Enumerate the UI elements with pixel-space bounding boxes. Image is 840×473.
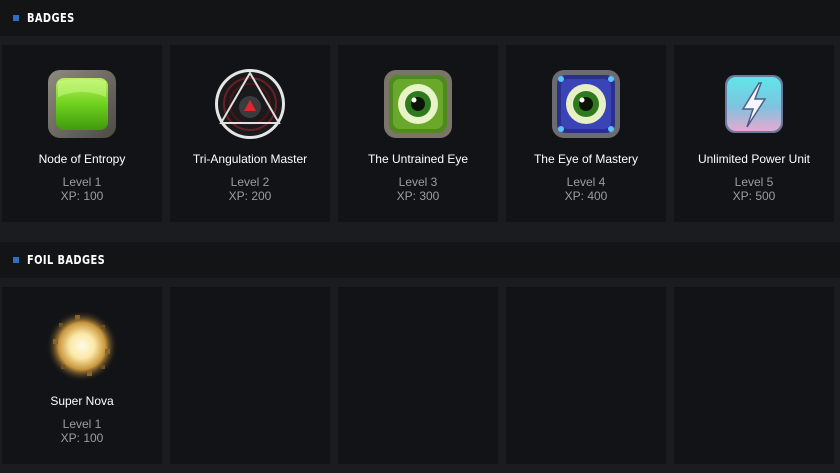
badge-xp: XP: 200 bbox=[228, 189, 272, 203]
empty-badge-slot bbox=[506, 287, 666, 464]
lightning-bolt-icon bbox=[717, 67, 791, 141]
badge-card[interactable]: Super Nova Level 1 XP: 100 bbox=[2, 287, 162, 464]
badge-xp: XP: 300 bbox=[396, 189, 440, 203]
supernova-icon bbox=[45, 309, 119, 383]
badge-xp: XP: 100 bbox=[60, 431, 104, 445]
badge-level: Level 5 bbox=[734, 175, 774, 189]
badge-xp: XP: 400 bbox=[564, 189, 608, 203]
badge-level: Level 1 bbox=[62, 175, 102, 189]
foil-badges-section-header: FOIL BADGES bbox=[0, 242, 840, 278]
badges-grid: Node of Entropy Level 1 XP: 100 Tri-Angu… bbox=[2, 45, 834, 222]
foil-badges-grid: Super Nova Level 1 XP: 100 bbox=[2, 287, 834, 464]
badge-name: Super Nova bbox=[50, 394, 114, 408]
badge-card[interactable]: Node of Entropy Level 1 XP: 100 bbox=[2, 45, 162, 222]
badge-level: Level 2 bbox=[230, 175, 270, 189]
badge-xp: XP: 100 bbox=[60, 189, 104, 203]
badge-level: Level 1 bbox=[62, 417, 102, 431]
blue-eye-icon bbox=[549, 67, 623, 141]
triangle-circle-icon bbox=[213, 67, 287, 141]
badge-card[interactable]: Unlimited Power Unit Level 5 XP: 500 bbox=[674, 45, 834, 222]
badge-name: Tri-Angulation Master bbox=[192, 152, 308, 166]
section-title: BADGES bbox=[27, 11, 75, 25]
empty-badge-slot bbox=[338, 287, 498, 464]
badge-xp: XP: 500 bbox=[732, 189, 776, 203]
badge-name: Unlimited Power Unit bbox=[697, 152, 811, 166]
badge-level: Level 3 bbox=[398, 175, 438, 189]
badge-level: Level 4 bbox=[566, 175, 606, 189]
section-title: FOIL BADGES bbox=[27, 253, 106, 267]
badge-name: Node of Entropy bbox=[38, 152, 126, 166]
section-marker bbox=[13, 257, 19, 263]
green-gem-icon bbox=[45, 67, 119, 141]
badge-card[interactable]: The Eye of Mastery Level 4 XP: 400 bbox=[506, 45, 666, 222]
section-marker bbox=[13, 15, 19, 21]
empty-badge-slot bbox=[170, 287, 330, 464]
badge-name: The Eye of Mastery bbox=[533, 152, 639, 166]
badge-card[interactable]: Tri-Angulation Master Level 2 XP: 200 bbox=[170, 45, 330, 222]
empty-badge-slot bbox=[674, 287, 834, 464]
badges-section-header: BADGES bbox=[0, 0, 840, 36]
badge-card[interactable]: The Untrained Eye Level 3 XP: 300 bbox=[338, 45, 498, 222]
badge-name: The Untrained Eye bbox=[367, 152, 469, 166]
green-eye-icon bbox=[381, 67, 455, 141]
